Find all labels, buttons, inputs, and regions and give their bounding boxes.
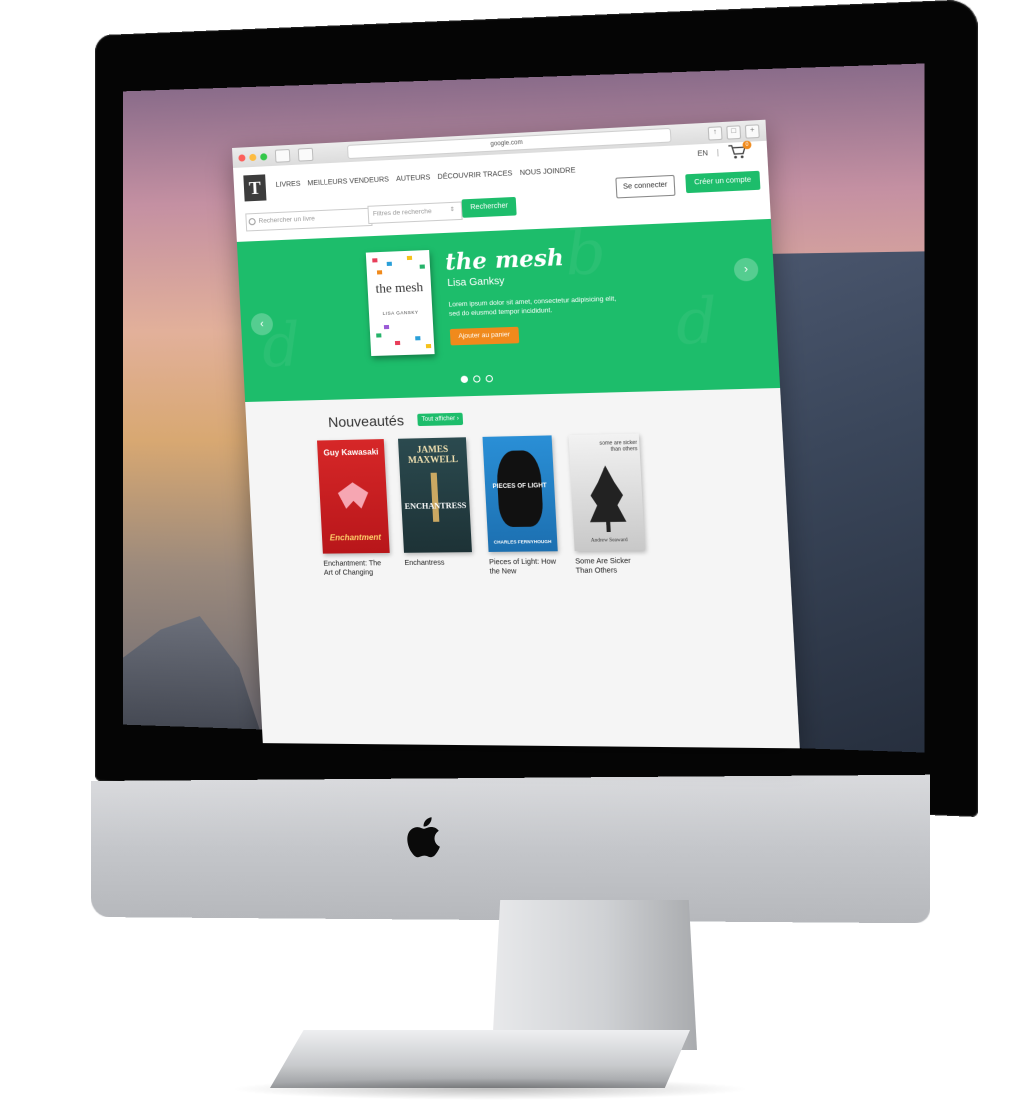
cover-decoration [376,333,381,337]
new-tab-icon[interactable]: + [745,124,760,138]
carousel-dot[interactable] [461,376,469,383]
cover-text: CHARLES FERNYHOUGH [488,539,557,545]
featured-cover-title: the mesh [367,281,431,296]
chevron-right-icon: › [744,263,749,276]
back-button[interactable] [275,148,291,162]
cover-decoration [384,325,389,329]
hero-decoration: b [563,219,608,290]
book-title[interactable]: Enchantress [404,558,472,568]
floor-shadow [230,1078,750,1100]
nav-item-auteurs[interactable]: AUTEURS [396,174,431,183]
search-button[interactable]: Rechercher [462,197,517,218]
new-releases-section: Nouveautés Tout afficher › Guy Kawasaki … [245,388,800,748]
hero-carousel: d b d the mesh LISA GANSKY the mesh Lisa… [237,219,780,402]
book-title[interactable]: Pieces of Light: How the New [489,557,559,576]
book-card[interactable]: some are sicker than others Andrew Seawa… [568,433,646,576]
cover-decoration [387,262,392,266]
carousel-dots [461,375,494,383]
maximize-window-button[interactable] [260,153,267,160]
cover-decoration [407,256,412,260]
cover-text: Guy Kawasaki [317,447,384,457]
book-card[interactable]: JAMES MAXWELL ENCHANTRESS Enchantress [398,437,473,568]
share-icon[interactable]: ↑ [708,126,723,140]
cover-decoration [377,270,382,274]
nav-item-livres[interactable]: LIVRES [275,181,300,189]
sidebar-button[interactable] [298,147,314,161]
book-title[interactable]: Enchantment: The Art of Changing [323,559,391,578]
carousel-next-button[interactable]: › [733,258,758,282]
book-card[interactable]: PIECES OF LIGHT CHARLES FERNYHOUGH Piece… [482,435,559,576]
sword-icon [431,473,440,522]
book-cover[interactable]: Guy Kawasaki Enchantment [317,439,390,554]
cover-decoration [420,264,425,268]
browser-window: google.com ↑ □ + T LIVRES MEILLEURS VEND… [232,120,800,749]
carousel-dot[interactable] [485,375,493,382]
tree-icon [585,465,629,532]
tabs-icon[interactable]: □ [726,125,741,139]
featured-book-cover[interactable]: the mesh LISA GANSKY [366,250,435,356]
cover-decoration [426,344,431,348]
cover-text: Andrew Seaward [574,538,645,544]
chevron-left-icon: ‹ [260,318,264,330]
cover-text: Enchantment [322,533,389,543]
search-filter-select[interactable]: Filtres de recherche [367,201,462,224]
carousel-dot[interactable] [473,375,481,382]
featured-book-title: the mesh [445,244,565,275]
book-card[interactable]: Guy Kawasaki Enchantment Enchantment: Th… [317,439,391,578]
language-switch[interactable]: EN [697,150,708,158]
featured-cover-author: LISA GANSKY [369,309,433,316]
butterfly-icon [337,482,369,509]
search-input[interactable]: Rechercher un livre [245,208,372,232]
featured-book-description: Lorem ipsum dolor sit amet, consectetur … [448,294,628,319]
chevron-updown-icon: ⇕ [450,206,456,213]
signup-button[interactable]: Créer un compte [685,171,760,193]
cart-count-badge: 0 [742,141,751,150]
cover-decoration [395,341,400,345]
site-logo[interactable]: T [243,174,266,201]
cover-text: JAMES MAXWELL [398,443,467,465]
close-window-button[interactable] [238,154,245,161]
section-title: Nouveautés [328,412,405,430]
nav-item-meilleurs-vendeurs[interactable]: MEILLEURS VENDEURS [307,176,389,187]
main-nav: LIVRES MEILLEURS VENDEURS AUTEURS DÉCOUV… [275,167,575,189]
nav-item-decouvrir-traces[interactable]: DÉCOUVRIR TRACES [437,170,512,181]
book-title[interactable]: Some Are Sicker Than Others [575,557,646,576]
add-to-cart-button[interactable]: Ajouter au panier [450,327,519,346]
book-cover[interactable]: PIECES OF LIGHT CHARLES FERNYHOUGH [482,435,557,552]
login-button[interactable]: Se connecter [615,175,675,199]
header-separator: | [717,150,719,157]
nav-item-nous-joindre[interactable]: NOUS JOINDRE [520,167,576,177]
apple-logo-icon [405,812,441,862]
book-cover[interactable]: some are sicker than others Andrew Seawa… [568,433,645,551]
cover-text: ENCHANTRESS [401,501,469,511]
cover-text: PIECES OF LIGHT [485,483,554,490]
cover-text: some are sicker than others [590,440,638,453]
cover-decoration [372,258,377,262]
hero-decoration: d [674,284,720,359]
imac-stand [492,900,697,1050]
featured-book-author: Lisa Ganksy [447,276,505,289]
cover-decoration [415,336,420,340]
show-all-button[interactable]: Tout afficher › [417,413,463,426]
minimize-window-button[interactable] [249,153,256,160]
book-cover[interactable]: JAMES MAXWELL ENCHANTRESS [398,437,472,553]
